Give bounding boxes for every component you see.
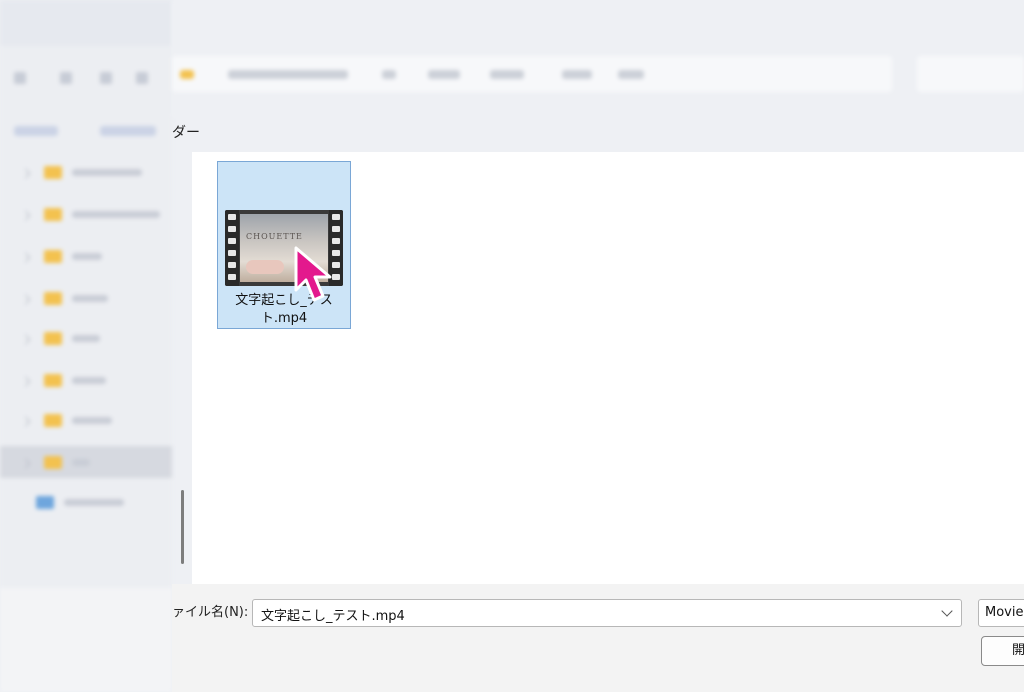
cursor-arrow-icon	[294, 246, 332, 302]
organize-button[interactable]	[14, 126, 58, 136]
open-button[interactable]: 開	[981, 636, 1024, 666]
tree-folder[interactable]	[20, 328, 172, 350]
filename-combobox[interactable]	[252, 599, 962, 627]
file-type-select[interactable]: Movie	[978, 599, 1024, 627]
tree-folder[interactable]	[20, 246, 172, 268]
filename-input[interactable]	[259, 603, 933, 625]
tree-item-pc[interactable]	[22, 492, 172, 514]
nav-buttons	[0, 68, 172, 88]
left-bottom-area	[0, 588, 172, 692]
nav-scrollbar[interactable]	[176, 152, 192, 584]
tree-folder[interactable]	[20, 370, 172, 392]
folder-icon	[44, 456, 62, 469]
command-bar	[10, 122, 160, 140]
tree-folder[interactable]	[20, 288, 172, 310]
tree-folder[interactable]	[20, 162, 172, 184]
pc-icon	[36, 496, 54, 509]
tree-folder[interactable]	[20, 204, 172, 226]
thumbnail-text: CHOUETTE	[246, 232, 303, 241]
film-strip-left	[225, 210, 239, 286]
folder-icon	[44, 208, 62, 221]
new-folder-button[interactable]	[100, 126, 156, 136]
thumbnail-arm	[246, 260, 284, 274]
forward-icon[interactable]	[60, 72, 72, 84]
address-toolbar	[172, 0, 1024, 118]
tree-folder[interactable]	[20, 410, 172, 432]
new-folder-label[interactable]: ダー	[172, 122, 200, 144]
folder-icon	[44, 250, 62, 263]
chevron-down-icon[interactable]	[941, 605, 953, 617]
tree-folder-selected[interactable]	[20, 452, 172, 474]
back-icon[interactable]	[14, 72, 26, 84]
folder-icon	[44, 332, 62, 345]
folder-icon	[44, 292, 62, 305]
window-title-bar	[0, 0, 172, 46]
folder-icon	[44, 166, 62, 179]
scrollbar-thumb[interactable]	[181, 490, 184, 564]
refresh-icon[interactable]	[136, 72, 148, 84]
folder-icon	[44, 374, 62, 387]
address-bar[interactable]	[172, 56, 892, 92]
navigation-pane	[0, 0, 172, 692]
filename-label: ァイル名(N):	[172, 605, 249, 620]
search-box[interactable]	[917, 56, 1024, 92]
folder-icon	[44, 414, 62, 427]
up-icon[interactable]	[100, 72, 112, 84]
